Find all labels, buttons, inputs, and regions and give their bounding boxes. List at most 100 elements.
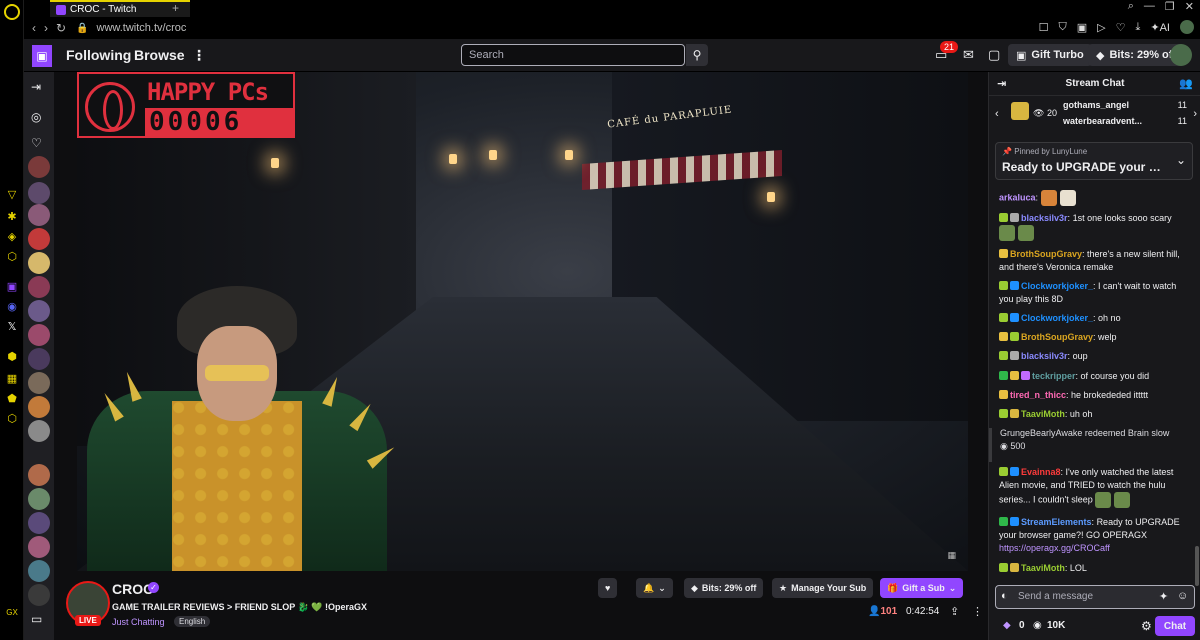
chevron-down-icon[interactable]: ⌄: [1176, 153, 1186, 167]
followed-channel-avatar[interactable]: [28, 348, 50, 370]
channel-points-icon[interactable]: ◉: [1033, 620, 1042, 631]
followed-channel-avatar[interactable]: [28, 228, 50, 250]
chat-username[interactable]: TaaviMoth: [1021, 409, 1065, 419]
chat-send-button[interactable]: Chat: [1155, 616, 1195, 636]
chat-username[interactable]: blacksilv3r: [1021, 213, 1068, 223]
video-player[interactable]: CAFÉ du PARAPLUIE HAPPY PCs 00006 ▦: [77, 72, 968, 571]
chat-username[interactable]: Clockworkjoker_: [1021, 313, 1093, 323]
follow-heart-button[interactable]: ♥: [598, 578, 618, 598]
followed-channel-avatar[interactable]: [28, 324, 50, 346]
followed-channel-avatar[interactable]: [28, 560, 50, 582]
collapse-chat-icon[interactable]: ⇥: [997, 77, 1006, 90]
followed-channel-avatar[interactable]: [28, 276, 50, 298]
heart-icon[interactable]: ♡: [1116, 21, 1126, 34]
profile-avatar[interactable]: [1180, 20, 1194, 34]
followed-channel-avatar[interactable]: [28, 464, 50, 486]
send-icon[interactable]: ▷: [1097, 21, 1105, 34]
channel-name[interactable]: CROC: [112, 581, 153, 597]
bits-balance-icon[interactable]: ◆: [1003, 620, 1011, 631]
followed-channel-avatar[interactable]: [28, 420, 50, 442]
leaderboard-user[interactable]: gothams_angel: [1063, 100, 1129, 110]
vpn-icon[interactable]: ⬟: [4, 390, 20, 406]
whispers-icon[interactable]: ✉: [963, 47, 974, 63]
chat-username[interactable]: tired_n_thicc: [1010, 390, 1066, 400]
chevron-right-icon[interactable]: ›: [1193, 108, 1197, 120]
forward-icon[interactable]: ›: [44, 21, 48, 35]
notifications-bell-button[interactable]: 🔔 ⌄: [636, 578, 673, 598]
gift-sub-button[interactable]: 🎁 Gift a Sub ⌄: [880, 578, 964, 598]
more-vertical-icon[interactable]: ⋮: [972, 605, 983, 618]
history-icon[interactable]: ▦: [4, 370, 20, 386]
user-avatar[interactable]: [1170, 44, 1192, 66]
followed-channel-avatar[interactable]: [28, 252, 50, 274]
followed-channel-avatar[interactable]: [28, 584, 50, 606]
settings-icon[interactable]: ⬡: [4, 410, 20, 426]
gx-control-icon[interactable]: ◈: [4, 228, 20, 244]
chat-username[interactable]: Clockworkjoker_: [1021, 281, 1093, 291]
chat-link[interactable]: https://operagx.gg/CROCaff: [999, 543, 1110, 553]
followed-channel-avatar[interactable]: [28, 488, 50, 510]
gift-turbo-button[interactable]: ▣ Gift Turbo: [1008, 44, 1092, 66]
shield-icon[interactable]: ⛉: [1059, 21, 1067, 34]
chat-settings-icon[interactable]: ⚙: [1141, 619, 1152, 633]
leaderboard-user[interactable]: waterbearadvent...: [1063, 116, 1142, 126]
expand-sidebar-icon[interactable]: ⇥: [31, 80, 41, 94]
pinned-message[interactable]: 📌 Pinned by LunyLune Ready to UPGRADE yo…: [995, 142, 1193, 180]
video-icon[interactable]: ▭: [31, 612, 42, 626]
chat-username[interactable]: BrothSoupGravy: [1021, 332, 1093, 342]
chat-username[interactable]: StreamElements: [1021, 517, 1092, 527]
followed-channel-avatar[interactable]: [28, 156, 50, 178]
tab-twitch[interactable]: CROC - Twitch: [50, 0, 190, 17]
emote-picker-icon[interactable]: ☺: [1177, 590, 1188, 602]
followed-channel-avatar[interactable]: [28, 204, 50, 226]
share-icon[interactable]: ⇪: [950, 605, 959, 618]
stream-category[interactable]: Just Chatting: [112, 617, 165, 627]
community-icon[interactable]: 👥: [1179, 77, 1193, 90]
chat-username[interactable]: blacksilv3r: [1021, 351, 1068, 361]
new-tab-button[interactable]: +: [172, 1, 179, 15]
download-icon[interactable]: ⤓: [1136, 21, 1141, 34]
followed-channel-avatar[interactable]: [28, 512, 50, 534]
bookmark-icon[interactable]: ☐: [1039, 21, 1049, 34]
following-heart-icon[interactable]: ♡: [31, 136, 42, 150]
manage-sub-button[interactable]: ★ Manage Your Sub: [772, 578, 874, 598]
chat-username[interactable]: arkaluca: [999, 192, 1036, 202]
discord-icon[interactable]: ◉: [4, 298, 20, 314]
followed-channel-avatar[interactable]: [28, 300, 50, 322]
search-input[interactable]: Search: [461, 44, 685, 66]
chat-username[interactable]: TaaviMoth: [1021, 563, 1065, 573]
chat-username[interactable]: BrothSoupGravy: [1010, 249, 1082, 259]
followed-channel-avatar[interactable]: [28, 372, 50, 394]
more-options-icon[interactable]: ⋮: [192, 47, 206, 64]
followed-channel-avatar[interactable]: [28, 396, 50, 418]
x-icon[interactable]: 𝕏: [4, 318, 20, 334]
followed-channel-avatar[interactable]: [28, 182, 50, 204]
twitch-icon[interactable]: ▣: [4, 278, 20, 294]
close-window-icon[interactable]: ✕: [1185, 0, 1194, 13]
chat-badge-icon[interactable]: ◐: [1001, 590, 1008, 602]
stream-tag[interactable]: English: [174, 616, 211, 627]
bits-cheer-icon[interactable]: ✦: [1159, 590, 1168, 603]
gx-corner-icon[interactable]: ▽: [4, 186, 20, 202]
nav-browse[interactable]: Browse: [134, 47, 185, 63]
back-icon[interactable]: ‹: [32, 21, 36, 35]
gx-player-icon[interactable]: ✱: [4, 208, 20, 224]
snapshot-icon[interactable]: ▣: [1077, 21, 1087, 34]
chat-scrollbar[interactable]: [1195, 546, 1199, 586]
url-field[interactable]: www.twitch.tv/croc: [97, 22, 187, 34]
extension-icon[interactable]: ⬢: [4, 348, 20, 364]
lock-icon[interactable]: 🔒: [76, 23, 88, 34]
activity-feed-icon[interactable]: ▢: [988, 47, 1000, 63]
ai-button[interactable]: ✦AI: [1150, 21, 1170, 34]
reload-icon[interactable]: ↻: [56, 21, 66, 35]
search-tabs-icon[interactable]: ⌕: [1128, 0, 1134, 13]
minimize-icon[interactable]: —: [1144, 0, 1155, 13]
bits-offer-button[interactable]: ◆ Bits: 29% off: [684, 578, 764, 598]
chevron-left-icon[interactable]: ‹: [995, 108, 999, 120]
followed-channel-avatar[interactable]: [28, 536, 50, 558]
maximize-icon[interactable]: ❐: [1165, 0, 1175, 13]
nav-following[interactable]: Following: [66, 47, 131, 63]
twitch-logo-icon[interactable]: ▣: [32, 45, 52, 67]
chat-username[interactable]: teckripper: [1032, 371, 1076, 381]
opera-logo-icon[interactable]: [4, 4, 20, 20]
